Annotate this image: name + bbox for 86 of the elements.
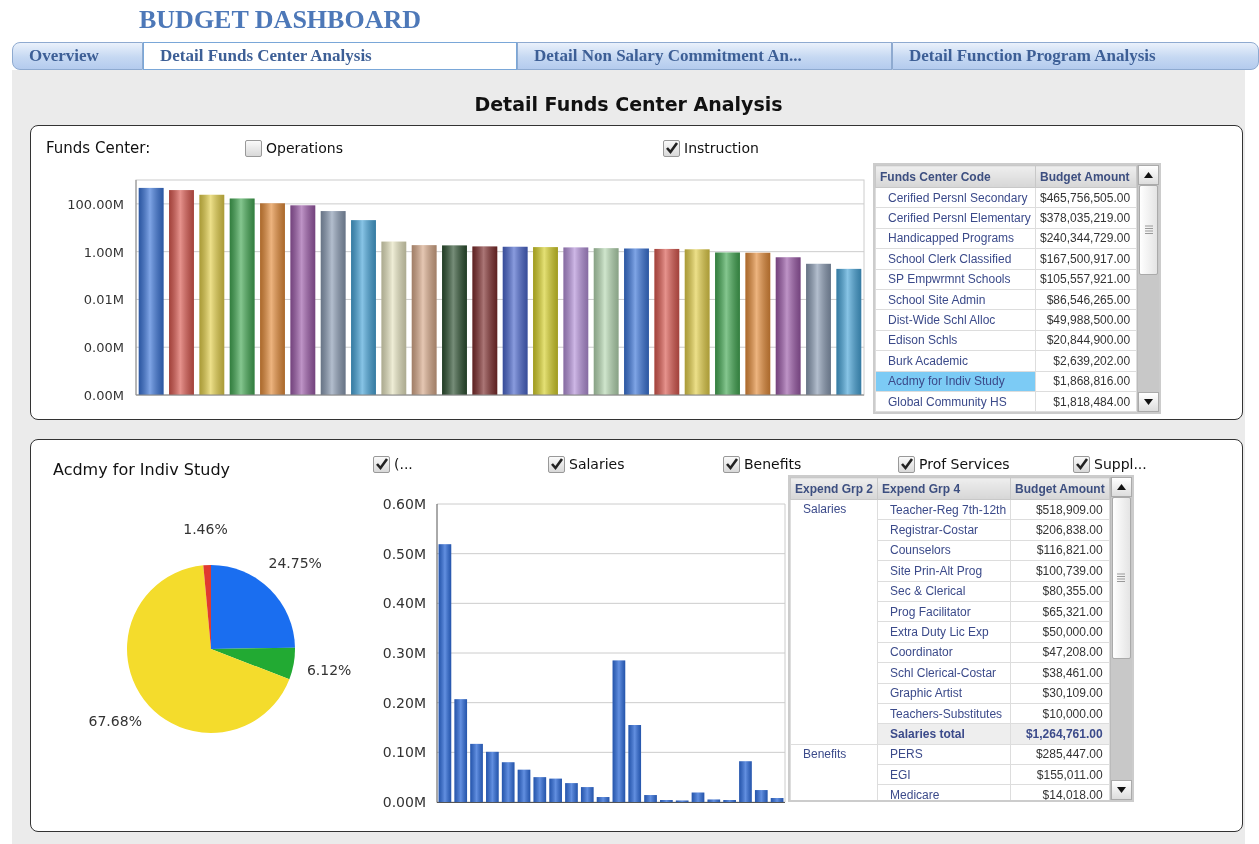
- section-title: Acdmy for Indiv Study: [53, 459, 232, 479]
- table-cell[interactable]: Handicapped Programs: [875, 228, 1036, 249]
- tick-label: 0.40M: [382, 595, 426, 612]
- table-cell[interactable]: Acdmy for Indiv Study: [875, 371, 1036, 392]
- table-cell: $206,838.00: [1010, 519, 1110, 541]
- table-cell[interactable]: School Site Admin: [875, 289, 1036, 310]
- tick-label: 0.00M: [83, 340, 124, 356]
- table-cell[interactable]: $465,756,505.00: [1035, 187, 1137, 208]
- tick-label: 1.00M: [83, 244, 124, 260]
- table-cell[interactable]: $1,868,816.00: [1035, 371, 1137, 392]
- tick-label: 0.60M: [382, 496, 426, 512]
- column-header[interactable]: Expend Grp 4: [877, 477, 1011, 500]
- checkbox-label[interactable]: Instruction: [684, 140, 759, 156]
- checkbox-label[interactable]: Benefits: [744, 456, 802, 472]
- tick-label: 100.00M: [67, 196, 124, 212]
- slice-label: 1.46%: [183, 521, 228, 538]
- table-cell[interactable]: Edison Schls: [875, 330, 1036, 351]
- table-cell[interactable]: $378,035,219.00: [1035, 207, 1137, 229]
- table-cell: $518,909.00: [1010, 499, 1110, 520]
- checkbox-label[interactable]: Salaries: [569, 456, 625, 472]
- tick-label: 0.10M: [382, 744, 426, 761]
- table-cell: Schl Clerical-Costar: [877, 662, 1011, 683]
- group-cell: Salaries: [790, 499, 878, 745]
- table-cell: $30,109.00: [1010, 683, 1110, 704]
- table-cell: Counselors: [877, 540, 1011, 561]
- column-header[interactable]: Budget Amount: [1010, 477, 1110, 500]
- group-cell: Benefits: [790, 744, 878, 800]
- table-cell: Coordinator: [877, 642, 1011, 663]
- table-cell: Site Prin-Alt Prog: [877, 560, 1011, 582]
- tick-label: 0.01M: [83, 292, 124, 308]
- tab[interactable]: Detail Function Program Analysis: [892, 42, 1259, 70]
- table-cell[interactable]: $167,500,917.00: [1035, 248, 1137, 270]
- checkbox-label[interactable]: Operations: [266, 140, 343, 156]
- app-title: BUDGET DASHBOARD: [139, 4, 422, 36]
- table-cell: Teachers-Substitutes: [877, 703, 1011, 724]
- table-cell[interactable]: Dist-Wide Schl Alloc: [875, 309, 1036, 331]
- table-cell: Registrar-Costar: [877, 519, 1011, 541]
- column-header[interactable]: Expend Grp 2: [790, 477, 878, 500]
- tick-label: 0.00M: [83, 388, 124, 403]
- table-cell: Extra Duty Lic Exp: [877, 621, 1011, 643]
- tick-label: 0.30M: [382, 645, 426, 661]
- column-header[interactable]: Budget Amount: [1035, 165, 1137, 188]
- tab[interactable]: Detail Funds Center Analysis: [143, 42, 517, 70]
- table-cell[interactable]: $1,818,484.00: [1035, 391, 1137, 412]
- table-cell: $116,821.00: [1010, 540, 1110, 561]
- table-cell: Teacher-Reg 7th-12th: [877, 499, 1011, 520]
- table-cell[interactable]: Global Community HS: [875, 391, 1036, 412]
- table-cell[interactable]: $2,639,202.00: [1035, 350, 1137, 371]
- table-cell: $65,321.00: [1010, 601, 1110, 622]
- tab[interactable]: Detail Non Salary Commitment An...: [517, 42, 892, 70]
- table-cell[interactable]: $240,344,729.00: [1035, 228, 1137, 249]
- table-cell: $10,000.00: [1010, 703, 1110, 724]
- table-cell[interactable]: $20,844,900.00: [1035, 330, 1137, 351]
- table-cell[interactable]: Burk Academic: [875, 350, 1036, 371]
- table-cell: Prog Facilitator: [877, 601, 1011, 622]
- table-cell[interactable]: School Clerk Classified: [875, 248, 1036, 270]
- slice-label: 24.75%: [268, 555, 322, 572]
- table-cell[interactable]: $86,546,265.00: [1035, 289, 1137, 310]
- slice-label: 67.68%: [88, 713, 142, 730]
- table-cell: PERS: [877, 744, 1011, 765]
- table-cell[interactable]: $49,988,500.00: [1035, 309, 1137, 331]
- table-cell[interactable]: Cerified Persnl Secondary: [875, 187, 1036, 208]
- checkbox-label[interactable]: Prof Services: [919, 456, 1010, 472]
- table-cell: $38,461.00: [1010, 662, 1110, 683]
- page-heading: Detail Funds Center Analysis: [473, 93, 784, 117]
- checkbox-label[interactable]: (...: [394, 456, 413, 472]
- table-cell: $47,208.00: [1010, 642, 1110, 663]
- table-cell[interactable]: Cerified Persnl Elementary: [875, 207, 1036, 229]
- tick-label: 0.00M: [382, 794, 426, 810]
- table-cell: Sec & Clerical: [877, 581, 1011, 602]
- section-label: Funds Center:: [46, 139, 152, 157]
- table-cell: EGI: [877, 764, 1011, 785]
- checkbox-label[interactable]: Suppl...: [1094, 456, 1147, 472]
- table-cell: Graphic Artist: [877, 683, 1011, 704]
- column-header[interactable]: Funds Center Code: [875, 165, 1036, 188]
- table-cell: $100,739.00: [1010, 560, 1110, 582]
- slice-label: 6.12%: [306, 662, 352, 679]
- table-cell: $285,447.00: [1010, 744, 1110, 765]
- table-cell: $50,000.00: [1010, 621, 1110, 643]
- tab[interactable]: Overview: [12, 42, 143, 70]
- tick-label: 0.50M: [382, 545, 426, 562]
- tick-label: 0.20M: [382, 694, 426, 711]
- table-cell[interactable]: SP Empwrmnt Schools: [875, 269, 1036, 290]
- table-cell: $80,355.00: [1010, 581, 1110, 602]
- table-cell: $155,011.00: [1010, 764, 1110, 785]
- table-cell[interactable]: $105,557,921.00: [1035, 269, 1137, 290]
